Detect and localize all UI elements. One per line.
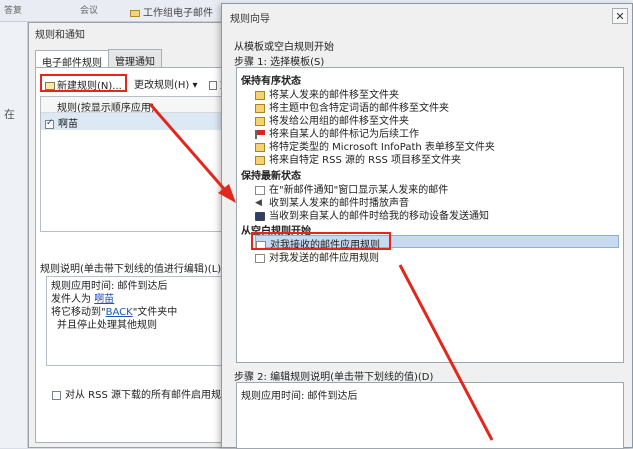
list-item[interactable]: 将来自某人的邮件标记为后续工作 [255,125,619,140]
group-stay-up-to-date: 保持最新状态 [241,171,301,182]
rules-dialog: 规则和通知 电子邮件规则管理通知 新建规则(N)... 更改规则(H) ▾ 复 … [28,22,245,448]
rule-list-header: 规则(按显示顺序应用) [41,97,225,114]
list-item[interactable]: 对我发送的邮件应用规则 [255,249,619,264]
sender-link[interactable]: 啊苗 [94,294,114,305]
meeting-button[interactable]: 会议 [80,3,98,16]
list-item[interactable]: 将来自特定 RSS 源的 RSS 项目移至文件夹 [255,151,619,166]
list-item[interactable]: 当收到来自某人的邮件时给我的移动设备发送通知 [255,207,619,222]
folder-label: 工作组电子邮件 [143,8,213,19]
email-rules-panel: 新建规则(N)... 更改规则(H) ▾ 复 规则(按显示顺序应用) 啊苗 规则… [35,67,245,443]
rule-description-label: 规则说明(单击带下划线的值进行编辑)(L): [40,264,225,275]
reply-button[interactable]: 答复 [4,3,22,16]
tab-email-rules[interactable]: 电子邮件规则 [35,50,109,69]
step2-description: 规则应用时间: 邮件到达后 [241,391,358,402]
list-item[interactable]: 将发给公用组的邮件移至文件夹 [255,112,619,127]
close-icon[interactable]: ✕ [612,8,628,24]
rss-rules-option[interactable]: 对从 RSS 源下载的所有邮件启用规则(E) [52,386,245,401]
new-rule-label: 新建规则(N)... [57,81,122,92]
desc-line-3-suffix: "文件夹中 [132,307,178,318]
rule-enabled-checkbox[interactable] [45,118,54,129]
list-item[interactable]: 将主题中包含特定词语的邮件移至文件夹 [255,99,619,114]
desc-line-1: 规则应用时间: 邮件到达后 [51,281,168,292]
change-rule-button[interactable]: 更改规则(H) ▾ [130,74,202,92]
side-label: 在 [4,108,15,121]
step2-label: 步骤 2: 编辑规则说明(单击带下划线的值)(D) [234,372,434,383]
desc-line-2: 发件人为 啊苗 [51,293,221,306]
list-item[interactable]: 将某人发来的邮件移至文件夹 [255,86,619,101]
item-label: 当收到来自某人的邮件时给我的移动设备发送通知 [269,211,489,222]
desc-line-2-prefix: 发件人为 [51,294,95,305]
desc-line-3: 将它移动到"BACK"文件夹中 [51,306,221,319]
rules-wizard-dialog: 规则向导 ✕ 从模板或空白规则开始 步骤 1: 选择模板(S) 保持有序状态 将… [221,3,633,449]
annotation-highlight-box [251,232,391,250]
list-item[interactable]: 在"新邮件通知"窗口显示某人发来的邮件 [255,181,619,196]
table-row[interactable]: 啊苗 [41,113,225,130]
group-stay-organized: 保持有序状态 [241,76,301,87]
copy-icon [208,80,217,90]
wizard-heading: 从模板或空白规则开始 [234,42,334,53]
folder-quickstep[interactable]: 工作组电子邮件 [130,4,213,19]
new-rule-button[interactable]: 新建规则(N)... [40,74,127,92]
folder-icon [255,155,265,165]
rules-tabs: 电子邮件规则 管理通知 [35,49,162,69]
rule-list: 规则(按显示顺序应用) 啊苗 [40,96,226,232]
list-item[interactable]: 将特定类型的 Microsoft InfoPath 表单移至文件夹 [255,138,619,153]
tab-manage-alerts[interactable]: 管理通知 [108,49,162,68]
desc-line-3-prefix: 将它移动到" [51,307,106,318]
list-item[interactable]: ◀ 收到某人发来的邮件时播放声音 [255,194,619,209]
item-label: 对我发送的邮件应用规则 [269,253,379,264]
rule-description-box: 规则应用时间: 邮件到达后 发件人为 啊苗 将它移动到"BACK"文件夹中 并且… [46,276,226,366]
folder-link[interactable]: BACK [106,307,133,318]
rss-checkbox[interactable] [52,390,61,400]
rss-option-label: 对从 RSS 源下载的所有邮件启用规则(E) [65,390,246,401]
desc-line-4: 并且停止处理其他规则 [57,320,157,331]
item-label: 将来自特定 RSS 源的 RSS 项目移至文件夹 [269,155,462,166]
rules-toolbar: 新建规则(N)... 更改规则(H) ▾ 复 [40,74,234,92]
template-list: 保持有序状态 将某人发来的邮件移至文件夹 将主题中包含特定词语的邮件移至文件夹 … [236,67,624,363]
background-sidebar: 在 [0,22,28,448]
new-rule-icon [45,82,55,90]
step1-label: 步骤 1: 选择模板(S) [234,57,325,68]
folder-icon [130,9,140,17]
rules-dialog-title: 规则和通知 [35,30,85,41]
step2-description-box: 规则应用时间: 邮件到达后 [236,382,624,449]
rule-name: 啊苗 [58,119,78,130]
wizard-title: 规则向导 [230,14,270,25]
phone-icon [255,211,265,221]
mail-icon [255,253,265,263]
